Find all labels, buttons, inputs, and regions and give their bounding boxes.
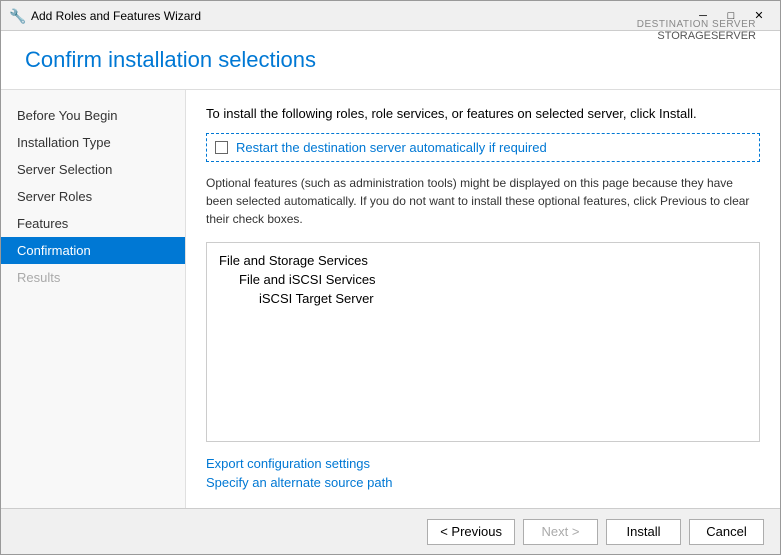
sidebar-item-before-you-begin[interactable]: Before You Begin bbox=[1, 102, 185, 129]
optional-text: Optional features (such as administratio… bbox=[206, 174, 760, 228]
sidebar-item-server-roles[interactable]: Server Roles bbox=[1, 183, 185, 210]
header: DESTINATION SERVER STORAGESERVER Confirm… bbox=[1, 31, 780, 90]
main-window: 🔧 Add Roles and Features Wizard ─ □ ✕ DE… bbox=[0, 0, 781, 555]
features-box: File and Storage Services File and iSCSI… bbox=[206, 242, 760, 442]
content-area: Before You Begin Installation Type Serve… bbox=[1, 90, 780, 508]
feature-item-1: File and iSCSI Services bbox=[219, 270, 747, 289]
restart-checkbox[interactable] bbox=[215, 141, 228, 154]
main-content: To install the following roles, role ser… bbox=[186, 90, 780, 508]
alternate-source-link[interactable]: Specify an alternate source path bbox=[206, 475, 760, 490]
page-title: Confirm installation selections bbox=[25, 47, 756, 73]
restart-checkbox-area[interactable]: Restart the destination server automatic… bbox=[206, 133, 760, 162]
feature-item-2: iSCSI Target Server bbox=[219, 289, 747, 308]
export-config-link[interactable]: Export configuration settings bbox=[206, 456, 760, 471]
feature-item-0: File and Storage Services bbox=[219, 251, 747, 270]
links-area: Export configuration settings Specify an… bbox=[206, 456, 760, 490]
dest-server-name: STORAGESERVER bbox=[637, 30, 756, 42]
sidebar-item-installation-type[interactable]: Installation Type bbox=[1, 129, 185, 156]
sidebar-item-features[interactable]: Features bbox=[1, 210, 185, 237]
install-button[interactable]: Install bbox=[606, 519, 681, 545]
instruction-text: To install the following roles, role ser… bbox=[206, 106, 760, 121]
sidebar: Before You Begin Installation Type Serve… bbox=[1, 90, 186, 508]
dest-label: DESTINATION SERVER bbox=[637, 19, 756, 30]
previous-button[interactable]: < Previous bbox=[427, 519, 515, 545]
window-title: Add Roles and Features Wizard bbox=[31, 9, 690, 23]
sidebar-item-server-selection[interactable]: Server Selection bbox=[1, 156, 185, 183]
sidebar-item-results: Results bbox=[1, 264, 185, 291]
window-icon: 🔧 bbox=[9, 8, 25, 24]
destination-server-info: DESTINATION SERVER STORAGESERVER bbox=[637, 19, 756, 42]
cancel-button[interactable]: Cancel bbox=[689, 519, 764, 545]
restart-label: Restart the destination server automatic… bbox=[236, 140, 547, 155]
footer: < Previous Next > Install Cancel bbox=[1, 508, 780, 554]
next-button[interactable]: Next > bbox=[523, 519, 598, 545]
sidebar-item-confirmation[interactable]: Confirmation bbox=[1, 237, 185, 264]
